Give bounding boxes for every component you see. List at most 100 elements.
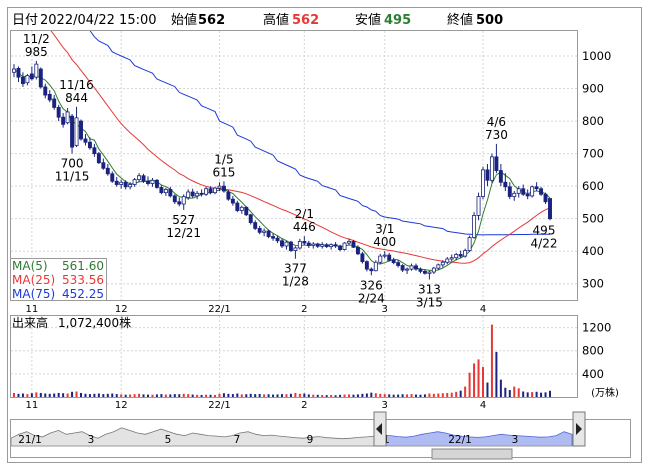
- price-tick-label: 300: [582, 277, 604, 291]
- volume-tick-label: 800: [582, 344, 604, 358]
- candle-down: [539, 188, 544, 195]
- volume-bar: [473, 363, 476, 397]
- volume-bar: [423, 394, 426, 397]
- annotation-price: 985: [25, 45, 48, 59]
- volume-bar: [102, 394, 105, 397]
- candle-up: [128, 184, 133, 188]
- candle-down: [190, 191, 195, 197]
- volume-bar: [321, 394, 324, 397]
- candle-down: [324, 244, 329, 248]
- candle-up: [476, 196, 481, 216]
- range-navigator[interactable]: 21/135791122/13: [10, 411, 631, 460]
- annotation-date: 4/22: [531, 236, 558, 250]
- candle-up: [530, 186, 535, 197]
- volume-bar: [486, 382, 489, 397]
- volume-bar: [392, 394, 395, 397]
- candle-down: [534, 186, 539, 190]
- ma5-value: 561.60: [62, 259, 104, 273]
- volume-bar: [294, 392, 297, 397]
- volume-x-tick-label: 3: [382, 400, 388, 411]
- candle-up: [163, 188, 168, 194]
- volume-bar: [343, 394, 346, 397]
- volume-bar: [383, 394, 386, 397]
- annotation-date: 11/2: [23, 32, 50, 46]
- candle-up: [463, 250, 468, 257]
- annotation-price: 495: [533, 223, 556, 237]
- ma75-label: MA(75): [12, 287, 55, 301]
- volume-bar: [155, 394, 158, 397]
- candle-down: [271, 236, 276, 239]
- volume-bar: [316, 394, 319, 397]
- navigator-tick-label: 7: [234, 434, 241, 446]
- candle-up: [262, 230, 267, 233]
- volume-panel: 400 800 1200 出来高 1,072,400株 (万株) 11 12 22/1 2…: [10, 315, 619, 411]
- volume-bar: [526, 392, 529, 397]
- candle-down: [391, 259, 396, 263]
- candle-up: [195, 192, 200, 197]
- volume-bar: [330, 394, 333, 397]
- candle-down: [369, 268, 374, 272]
- volume-bar: [178, 394, 181, 397]
- candle-down: [221, 185, 226, 192]
- candle-up: [427, 271, 432, 274]
- volume-bar: [13, 392, 15, 397]
- candle-down: [521, 188, 526, 195]
- volume-value: 1,072,400株: [58, 315, 131, 330]
- volume-bar: [173, 394, 176, 397]
- annotation-price: 377: [284, 262, 307, 276]
- candle-up: [74, 117, 79, 146]
- candle-up: [217, 185, 222, 189]
- volume-bar: [437, 393, 440, 397]
- volume-bar: [222, 393, 225, 397]
- candle-up: [373, 261, 378, 272]
- volume-x-tick-label: 11: [25, 400, 38, 411]
- candle-down: [235, 202, 240, 211]
- volume-bar: [200, 394, 203, 397]
- annotation-price: 615: [212, 165, 235, 179]
- volume-bar: [365, 393, 368, 397]
- volume-bar: [236, 393, 239, 397]
- candle-up: [512, 192, 517, 197]
- candle-up: [431, 267, 436, 273]
- volume-bar: [432, 393, 435, 397]
- ma-legend: MA(5) 561.60 MA(25) 533.56 MA(75) 452.25: [10, 258, 107, 301]
- volume-bar: [115, 394, 118, 397]
- candle-down: [400, 265, 405, 271]
- volume-bar: [490, 324, 493, 397]
- navigator-scrollbar-thumb[interactable]: [431, 448, 513, 460]
- candle-down: [20, 76, 25, 85]
- candle-up: [186, 191, 191, 198]
- datetime-value: 2022/04/22 15:00: [40, 13, 157, 28]
- candle-down: [257, 228, 262, 233]
- stock-chart-svg: 日付 2022/04/22 15:00 始値 562 高値 562 安値 495…: [7, 7, 642, 463]
- volume-bar: [348, 394, 350, 397]
- volume-bar: [495, 351, 498, 397]
- volume-bar: [272, 394, 275, 397]
- annotation-price: 527: [172, 213, 195, 227]
- candle-down: [302, 241, 307, 244]
- candle-down: [333, 244, 338, 247]
- candle-up: [65, 111, 70, 124]
- candle-down: [146, 180, 150, 184]
- annotation-price: 446: [293, 220, 316, 234]
- candle-up: [329, 244, 334, 248]
- volume-x-tick-label: 22/1: [208, 400, 230, 411]
- candle-down: [70, 115, 75, 148]
- volume-bar: [455, 391, 458, 397]
- candle-up: [481, 169, 485, 197]
- volume-x-tick-label: 12: [115, 400, 128, 411]
- volume-bar: [258, 393, 261, 397]
- annotation-date: 2/1: [295, 207, 314, 221]
- volume-bar: [379, 393, 382, 397]
- navigator-tick-label: 22/1: [448, 434, 472, 446]
- volume-bar: [44, 393, 47, 397]
- candle-up: [467, 237, 472, 251]
- volume-bar: [196, 394, 199, 397]
- candle-down: [498, 170, 503, 183]
- price-tick-label: 400: [582, 244, 604, 258]
- volume-bar: [356, 394, 359, 397]
- annotation-date: 11/16: [59, 78, 94, 92]
- volume-bar: [298, 393, 301, 397]
- volume-bar: [419, 394, 422, 397]
- candle-up: [119, 181, 124, 185]
